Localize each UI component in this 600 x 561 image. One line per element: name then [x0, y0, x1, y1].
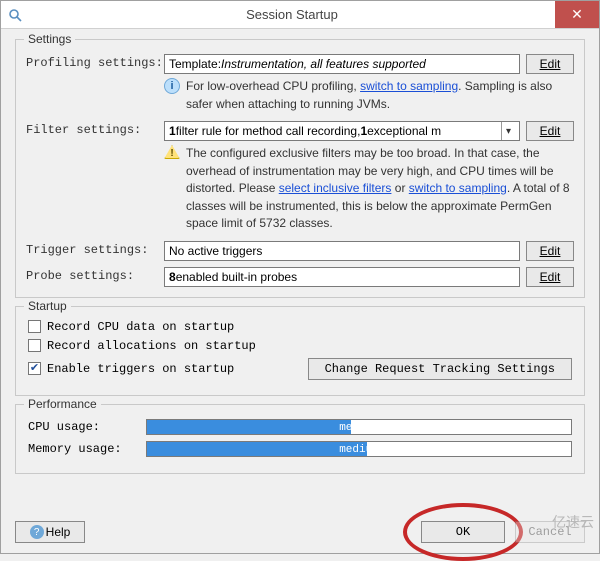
help-icon: ? [30, 525, 44, 539]
record-alloc-checkbox[interactable] [28, 339, 41, 352]
probe-edit-button[interactable]: Edit [526, 267, 574, 287]
startup-legend: Startup [24, 299, 71, 313]
filter-label: Filter settings: [26, 121, 158, 137]
info-icon: i [164, 78, 180, 94]
profiling-label: Profiling settings: [26, 54, 158, 70]
memory-usage-bar: medium [146, 441, 572, 457]
app-icon [1, 1, 29, 28]
probe-field[interactable]: 8 enabled built-in probes [164, 267, 520, 287]
close-button[interactable]: ✕ [555, 1, 599, 28]
performance-legend: Performance [24, 397, 101, 411]
memory-usage-text: medium [147, 442, 571, 458]
change-tracking-button[interactable]: Change Request Tracking Settings [308, 358, 572, 380]
profiling-edit-button[interactable]: Edit [526, 54, 574, 74]
cpu-usage-bar: medium [146, 419, 572, 435]
trigger-field[interactable]: No active triggers [164, 241, 520, 261]
cpu-usage-label: CPU usage: [28, 420, 138, 434]
probe-label: Probe settings: [26, 267, 158, 283]
profiling-info-text: For low-overhead CPU profiling, switch t… [186, 78, 574, 113]
trigger-edit-button[interactable]: Edit [526, 241, 574, 261]
help-button[interactable]: ? Help [15, 521, 85, 543]
filter-warning-text: The configured exclusive filters may be … [186, 145, 574, 233]
enable-triggers-checkbox[interactable] [28, 362, 41, 375]
filter-field[interactable]: 1 filter rule for method call recording,… [164, 121, 520, 141]
select-inclusive-filters-link[interactable]: select inclusive filters [279, 181, 392, 195]
chevron-down-icon[interactable]: ▾ [501, 122, 515, 140]
filter-edit-button[interactable]: Edit [526, 121, 574, 141]
switch-to-sampling-link-2[interactable]: switch to sampling [409, 181, 507, 195]
cancel-button[interactable]: Cancel [515, 521, 585, 543]
cpu-usage-text: medium [147, 420, 571, 436]
record-cpu-checkbox[interactable] [28, 320, 41, 333]
footer: ? Help OK Cancel [1, 517, 599, 553]
settings-group: Settings Profiling settings: Template: I… [15, 39, 585, 298]
titlebar: Session Startup ✕ [1, 1, 599, 29]
performance-group: Performance CPU usage: medium Memory usa… [15, 404, 585, 474]
settings-legend: Settings [24, 32, 75, 46]
profiling-field[interactable]: Template: Instrumentation, all features … [164, 54, 520, 74]
ok-button[interactable]: OK [421, 521, 505, 543]
profiling-prefix: Template: [169, 57, 221, 71]
memory-usage-label: Memory usage: [28, 442, 138, 456]
window-title: Session Startup [29, 1, 555, 28]
trigger-label: Trigger settings: [26, 241, 158, 257]
switch-to-sampling-link[interactable]: switch to sampling [360, 79, 458, 93]
profiling-value: Instrumentation, all features supported [221, 57, 426, 71]
enable-triggers-label: Enable triggers on startup [47, 362, 234, 376]
record-alloc-label: Record allocations on startup [47, 339, 256, 353]
warning-icon: ! [164, 145, 180, 159]
record-cpu-label: Record CPU data on startup [47, 320, 234, 334]
startup-group: Startup Record CPU data on startup Recor… [15, 306, 585, 396]
